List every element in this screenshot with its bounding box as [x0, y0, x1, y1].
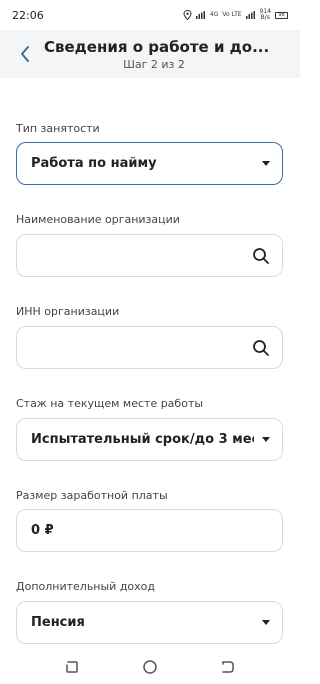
- page-title: Сведения о работе и до...: [44, 37, 270, 56]
- salary-field[interactable]: 0 ₽: [16, 509, 283, 552]
- salary-value: 0 ₽: [31, 523, 54, 538]
- recent-apps-button[interactable]: [63, 658, 81, 676]
- org-inn-label: ИНН организации: [16, 305, 120, 318]
- speed-indicator: 914 B/s: [260, 9, 271, 21]
- battery-icon: 98: [275, 11, 288, 19]
- search-icon[interactable]: [252, 339, 270, 357]
- org-name-field[interactable]: [16, 234, 283, 277]
- location-icon: [183, 10, 192, 20]
- speed-unit: B/s: [260, 14, 270, 21]
- employment-type-label: Тип занятости: [16, 122, 100, 135]
- employment-type-select[interactable]: Работа по найму: [16, 142, 283, 185]
- org-inn-field[interactable]: [16, 326, 283, 369]
- home-icon: [143, 660, 157, 674]
- page-header: Сведения о работе и до... Шаг 2 из 2: [0, 30, 300, 78]
- status-time: 22:06: [12, 8, 44, 22]
- chevron-down-icon: [262, 620, 270, 625]
- back-arrow-icon: [21, 46, 29, 62]
- search-icon[interactable]: [252, 247, 270, 265]
- extra-income-value: Пенсия: [31, 615, 85, 630]
- experience-label: Стаж на текущем месте работы: [16, 397, 204, 410]
- experience-select[interactable]: Испытательный срок/до 3 меся...: [16, 418, 283, 461]
- org-name-label: Наименование организации: [16, 213, 180, 226]
- back-button[interactable]: [10, 34, 40, 74]
- extra-income-select[interactable]: Пенсия: [16, 601, 283, 644]
- org-name-input[interactable]: [31, 235, 252, 276]
- back-nav-icon: [222, 661, 234, 673]
- volte-label: Vo LTE: [222, 11, 242, 18]
- signal-icon-2: [245, 11, 256, 19]
- status-icons: 4G Vo LTE 914 B/s 98: [183, 9, 288, 21]
- step-indicator: Шаг 2 из 2: [123, 57, 185, 71]
- chevron-down-icon: [262, 161, 270, 166]
- system-nav-bar: [0, 650, 300, 684]
- header-texts: Сведения о работе и до... Шаг 2 из 2: [44, 37, 270, 71]
- experience-value: Испытательный срок/до 3 меся...: [31, 432, 254, 447]
- salary-label: Размер заработной платы: [16, 489, 168, 502]
- network-type: 4G: [209, 11, 219, 18]
- status-bar: 22:06 4G Vo LTE 914 B/s 98: [0, 0, 300, 30]
- org-inn-input[interactable]: [31, 327, 252, 368]
- extra-income-label: Дополнительный доход: [16, 580, 156, 593]
- recent-apps-icon: [66, 661, 78, 673]
- signal-icon: [195, 11, 206, 19]
- back-nav-button[interactable]: [219, 658, 237, 676]
- employment-type-value: Работа по найму: [31, 156, 157, 171]
- chevron-down-icon: [262, 437, 270, 442]
- home-button[interactable]: [141, 658, 159, 676]
